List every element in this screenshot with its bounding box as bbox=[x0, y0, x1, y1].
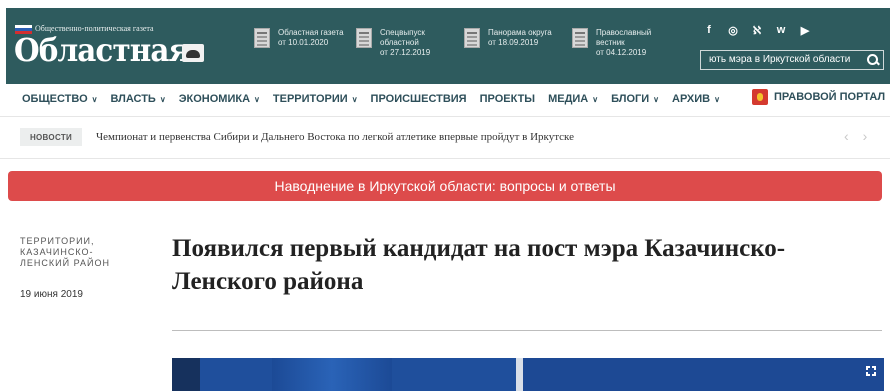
publication-title: Православный bbox=[596, 28, 652, 37]
site-header: Общественно-политическая газета Областна… bbox=[6, 8, 890, 84]
publication-subtitle: областной bbox=[380, 38, 419, 47]
coat-of-arms-icon bbox=[752, 89, 768, 105]
chevron-down-icon: ∨ bbox=[254, 95, 260, 104]
article-photo[interactable] bbox=[172, 358, 884, 391]
article-category[interactable]: ТЕРРИТОРИИ, КАЗАЧИНСКО- ЛЕНСКИЙ РАЙОН bbox=[20, 236, 110, 269]
facebook-icon[interactable]: f bbox=[703, 24, 715, 37]
category-line: ТЕРРИТОРИИ, bbox=[20, 236, 95, 246]
category-line: КАЗАЧИНСКО- bbox=[20, 247, 94, 257]
article-title: Появился первый кандидат на пост мэра Ка… bbox=[172, 235, 786, 295]
chevron-down-icon: ∨ bbox=[653, 95, 660, 104]
nav-item-blogs[interactable]: БЛОГИ ∨ bbox=[611, 93, 659, 105]
nav-label: ЭКОНОМИКА bbox=[178, 93, 251, 105]
search-value: ють мэра в Иркутской области bbox=[709, 54, 851, 65]
nav-label: ПРОИСШЕСТВИЯ bbox=[370, 93, 467, 105]
search-icon[interactable] bbox=[867, 54, 879, 66]
chevron-down-icon: ∨ bbox=[714, 95, 720, 104]
odnoklassniki-icon[interactable]: ℵ bbox=[751, 24, 763, 37]
nav-item-archive[interactable]: АРХИВ ∨ bbox=[672, 93, 720, 105]
chevron-right-icon[interactable]: › bbox=[863, 128, 868, 144]
sable-icon bbox=[182, 44, 204, 62]
publication-title: Спецвыпуск bbox=[380, 28, 425, 37]
category-line: ЛЕНСКИЙ РАЙОН bbox=[20, 258, 110, 268]
chevron-down-icon: ∨ bbox=[91, 95, 98, 104]
divider bbox=[0, 116, 890, 117]
nav-label: ОБЩЕСТВО bbox=[22, 93, 88, 105]
nav-label: ПРОЕКТЫ bbox=[479, 93, 536, 105]
site-logo[interactable]: Общественно-политическая газета Областна… bbox=[12, 22, 208, 72]
publication-date: от 10.01.2020 bbox=[278, 38, 329, 47]
publication-date: от 27.12.2019 bbox=[380, 48, 431, 57]
chevron-left-icon[interactable]: ‹ bbox=[844, 128, 849, 144]
chevron-down-icon: ∨ bbox=[592, 95, 599, 104]
nav-label: МЕДИА bbox=[548, 93, 589, 105]
legal-portal-link[interactable]: ПРАВОВОЙ ПОРТАЛ bbox=[752, 89, 885, 105]
flood-banner[interactable]: Наводнение в Иркутской области: вопросы … bbox=[8, 171, 882, 201]
legal-portal-label: ПРАВОВОЙ ПОРТАЛ bbox=[774, 91, 886, 103]
nav-item-economy[interactable]: ЭКОНОМИКА ∨ bbox=[179, 93, 260, 105]
expand-icon[interactable] bbox=[866, 366, 876, 376]
article-date: 19 июня 2019 bbox=[20, 289, 83, 300]
news-badge[interactable]: НОВОСТИ bbox=[20, 128, 82, 146]
nav-item-incidents[interactable]: ПРОИСШЕСТВИЯ bbox=[371, 93, 467, 105]
youtube-icon[interactable]: ▶ bbox=[799, 24, 811, 37]
nav-label: БЛОГИ bbox=[611, 93, 650, 105]
divider bbox=[0, 158, 890, 159]
ticker-controls: ‹ › bbox=[844, 128, 867, 144]
publication-subtitle: вестник bbox=[596, 38, 625, 47]
nav-label: АРХИВ bbox=[672, 93, 711, 105]
chevron-down-icon: ∨ bbox=[351, 95, 358, 104]
instagram-icon[interactable]: ◎ bbox=[727, 24, 739, 37]
nav-item-projects[interactable]: ПРОЕКТЫ bbox=[480, 93, 535, 105]
nav-label: ВЛАСТЬ bbox=[110, 93, 156, 105]
publication-title: Областная газета bbox=[278, 28, 344, 37]
chevron-down-icon: ∨ bbox=[159, 95, 166, 104]
newspaper-thumbnail bbox=[572, 28, 588, 48]
title-divider bbox=[172, 330, 882, 331]
newspaper-thumbnail bbox=[356, 28, 372, 48]
ticker-headline[interactable]: Чемпионат и первенства Сибири и Дальнего… bbox=[96, 131, 574, 143]
newspaper-thumbnail bbox=[254, 28, 270, 48]
social-links: f ◎ ℵ ᴡ ▶ bbox=[703, 24, 811, 37]
nav-item-power[interactable]: ВЛАСТЬ ∨ bbox=[110, 93, 165, 105]
vk-icon[interactable]: ᴡ bbox=[775, 24, 787, 37]
publication-date: от 04.12.2019 bbox=[596, 48, 647, 57]
nav-item-media[interactable]: МЕДИА ∨ bbox=[548, 93, 598, 105]
publication-title: Панорама округа bbox=[488, 28, 552, 37]
newspaper-thumbnail bbox=[464, 28, 480, 48]
logo-title: Областная bbox=[14, 31, 190, 69]
nav-item-society[interactable]: ОБЩЕСТВО ∨ bbox=[22, 93, 97, 105]
nav-label: ТЕРРИТОРИИ bbox=[272, 93, 348, 105]
publication-date: от 18.09.2019 bbox=[488, 38, 539, 47]
search-input[interactable]: ють мэра в Иркутской области bbox=[700, 50, 884, 70]
nav-item-territories[interactable]: ТЕРРИТОРИИ ∨ bbox=[273, 93, 358, 105]
